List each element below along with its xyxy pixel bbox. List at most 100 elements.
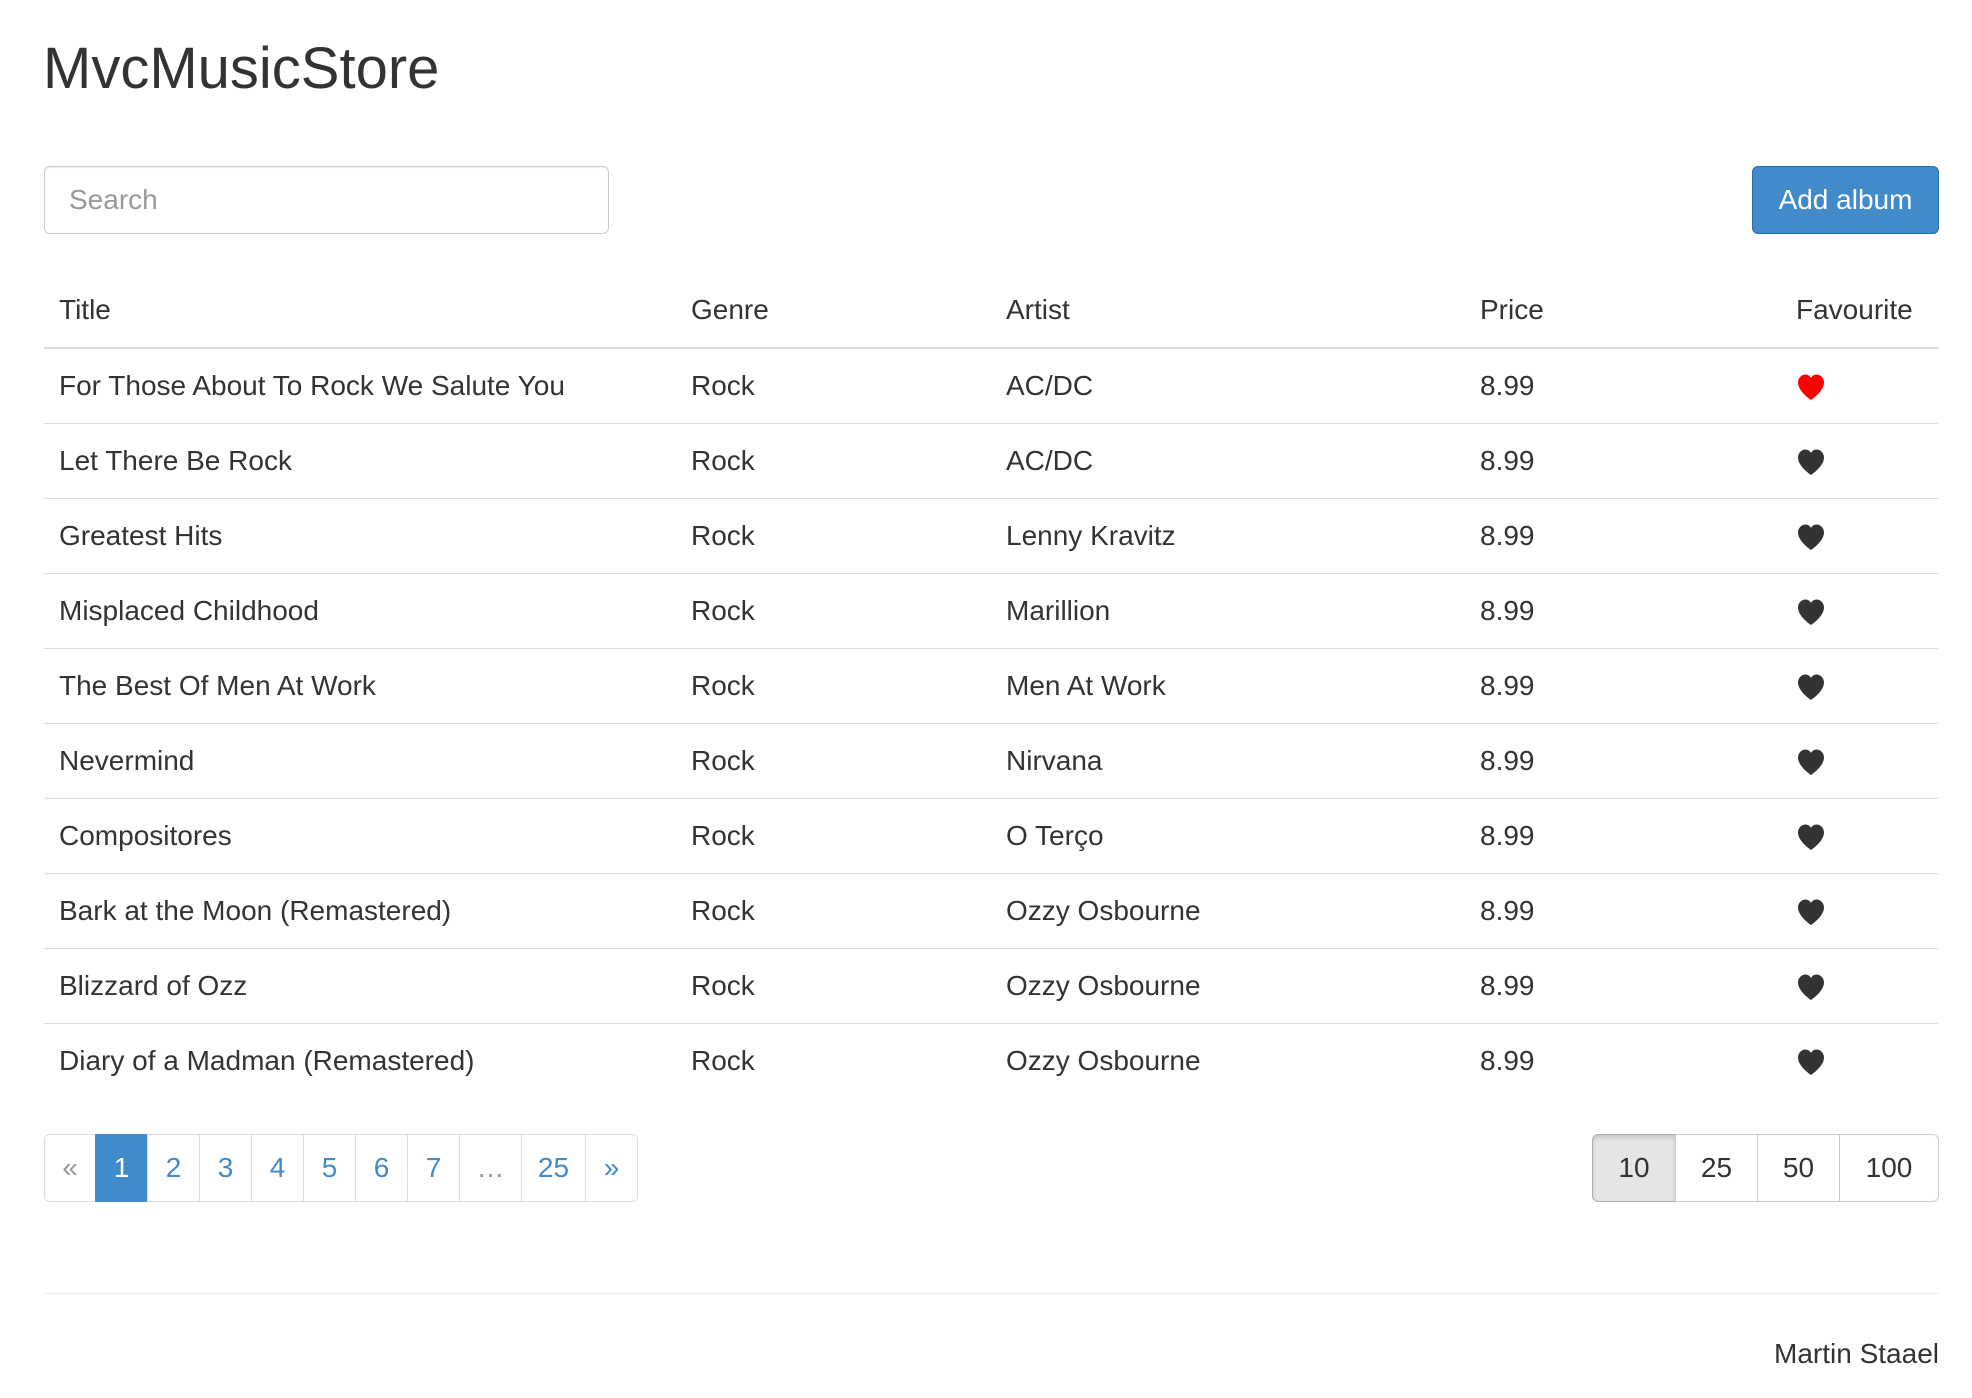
table-row: Nevermind Rock Nirvana 8.99: [44, 723, 1939, 799]
cell-title: Let There Be Rock: [44, 423, 676, 499]
column-header-price[interactable]: Price: [1465, 273, 1781, 349]
cell-price: 8.99: [1465, 723, 1781, 799]
cell-artist: Nirvana: [991, 723, 1465, 799]
cell-genre: Rock: [676, 423, 991, 499]
cell-price: 8.99: [1480, 1044, 1535, 1076]
pagination-next[interactable]: »: [585, 1134, 638, 1202]
cell-price: 8.99: [1465, 423, 1781, 499]
page-size-selector: 10 25 50 100: [1592, 1134, 1939, 1202]
cell-title: Compositores: [44, 798, 676, 874]
cell-price: 8.99: [1465, 573, 1781, 649]
footer-author: Martin Staael: [1774, 1338, 1939, 1369]
cell-price: 8.99: [1465, 348, 1781, 424]
cell-title: Nevermind: [44, 723, 676, 799]
table-header-row: Title Genre Artist Price Favourite: [44, 273, 1939, 349]
pagination-page-4[interactable]: 4: [251, 1134, 304, 1202]
table-row: Compositores Rock O Terço 8.99: [44, 798, 1939, 874]
pagination-page-6[interactable]: 6: [355, 1134, 408, 1202]
cell-title: Greatest Hits: [44, 498, 676, 574]
albums-table: Title Genre Artist Price Favourite For T…: [44, 273, 1939, 1098]
cell-favourite: [1781, 798, 1939, 874]
table-row: For Those About To Rock We Salute You Roc…: [44, 348, 1939, 424]
cell-genre: Rock: [676, 723, 991, 799]
table-row: Diary of a Madman (Remastered) Rock Ozzy O…: [44, 1023, 1939, 1098]
table-row: Bark at the Moon (Remastered) Rock Ozzy Os…: [44, 873, 1939, 949]
add-album-button[interactable]: Add album: [1752, 166, 1939, 234]
pagination-page-7[interactable]: 7: [407, 1134, 460, 1202]
cell-favourite: [1781, 348, 1939, 424]
heart-icon[interactable]: [1796, 448, 1826, 476]
column-header-title[interactable]: Title: [44, 273, 676, 349]
column-header-genre[interactable]: Genre: [676, 273, 991, 349]
pagination-ellipsis: …: [459, 1134, 522, 1202]
cell-favourite: [1781, 1023, 1939, 1098]
table-row: Misplaced Childhood Rock Marillion 8.99: [44, 573, 1939, 649]
cell-artist: Ozzy Osbourne: [991, 873, 1465, 949]
cell-genre: Rock: [676, 873, 991, 949]
heart-icon[interactable]: [1796, 823, 1826, 851]
pagination-page-25[interactable]: 25: [521, 1134, 586, 1202]
pagination-prev[interactable]: «: [44, 1134, 96, 1202]
heart-icon[interactable]: [1796, 1048, 1826, 1076]
page-size-option-10[interactable]: 10: [1592, 1134, 1676, 1202]
cell-favourite: [1781, 873, 1939, 949]
cell-artist: Marillion: [991, 573, 1465, 649]
pagination-page-1[interactable]: 1: [95, 1134, 148, 1202]
cell-title: The Best Of Men At Work: [44, 648, 676, 724]
cell-title: Blizzard of Ozz: [44, 948, 676, 1024]
footer-divider: [44, 1293, 1939, 1294]
table-body: For Those About To Rock We Salute You Roc…: [44, 348, 1939, 1098]
cell-genre: Rock: [691, 1044, 755, 1076]
cell-artist: Ozzy Osbourne: [1006, 1044, 1201, 1076]
cell-price: 8.99: [1465, 798, 1781, 874]
page-size-option-25[interactable]: 25: [1675, 1134, 1758, 1202]
heart-icon[interactable]: [1796, 748, 1826, 776]
heart-icon[interactable]: [1796, 673, 1826, 701]
heart-icon[interactable]: [1796, 973, 1826, 1001]
table-row: Let There Be Rock Rock AC/DC 8.99: [44, 423, 1939, 499]
cell-genre: Rock: [676, 498, 991, 574]
cell-artist: AC/DC: [991, 348, 1465, 424]
heart-icon[interactable]: [1796, 523, 1826, 551]
cell-favourite: [1781, 498, 1939, 574]
heart-icon[interactable]: [1796, 373, 1826, 401]
brand-title: MvcMusicStore: [43, 36, 440, 101]
cell-title: Diary of a Madman (Remastered): [59, 1044, 475, 1076]
cell-price: 8.99: [1465, 948, 1781, 1024]
cell-genre: Rock: [676, 573, 991, 649]
cell-artist: O Terço: [991, 798, 1465, 874]
page: MvcMusicStore Add album Title Genre Arti…: [0, 0, 1972, 1398]
cell-title: For Those About To Rock We Salute You: [44, 348, 676, 424]
cell-favourite: [1781, 723, 1939, 799]
table-row: Blizzard of Ozz Rock Ozzy Osbourne 8.99: [44, 948, 1939, 1024]
column-header-artist[interactable]: Artist: [991, 273, 1465, 349]
table-row: The Best Of Men At Work Rock Men At Work 8.…: [44, 648, 1939, 724]
cell-genre: Rock: [676, 348, 991, 424]
pagination-page-5[interactable]: 5: [303, 1134, 356, 1202]
cell-favourite: [1781, 948, 1939, 1024]
pagination-page-3[interactable]: 3: [199, 1134, 252, 1202]
heart-icon[interactable]: [1796, 898, 1826, 926]
cell-favourite: [1781, 648, 1939, 724]
cell-artist: AC/DC: [991, 423, 1465, 499]
cell-artist: Ozzy Osbourne: [991, 948, 1465, 1024]
cell-favourite: [1781, 573, 1939, 649]
heart-icon[interactable]: [1796, 598, 1826, 626]
pagination: «1 2 3 4 5 6 7… 25»: [44, 1134, 638, 1202]
cell-genre: Rock: [676, 648, 991, 724]
page-size-option-100[interactable]: 100: [1839, 1134, 1939, 1202]
cell-title: Misplaced Childhood: [44, 573, 676, 649]
cell-price: 8.99: [1465, 498, 1781, 574]
page-size-option-50[interactable]: 50: [1757, 1134, 1840, 1202]
cell-genre: Rock: [676, 948, 991, 1024]
cell-price: 8.99: [1465, 873, 1781, 949]
cell-favourite: [1781, 423, 1939, 499]
cell-genre: Rock: [676, 798, 991, 874]
pagination-page-2[interactable]: 2: [147, 1134, 200, 1202]
cell-artist: Lenny Kravitz: [991, 498, 1465, 574]
column-header-favourite[interactable]: Favourite: [1781, 273, 1939, 349]
table-row: Greatest Hits Rock Lenny Kravitz 8.99: [44, 498, 1939, 574]
cell-artist: Men At Work: [991, 648, 1465, 724]
search-input[interactable]: [44, 166, 609, 234]
cell-title: Bark at the Moon (Remastered): [44, 873, 676, 949]
